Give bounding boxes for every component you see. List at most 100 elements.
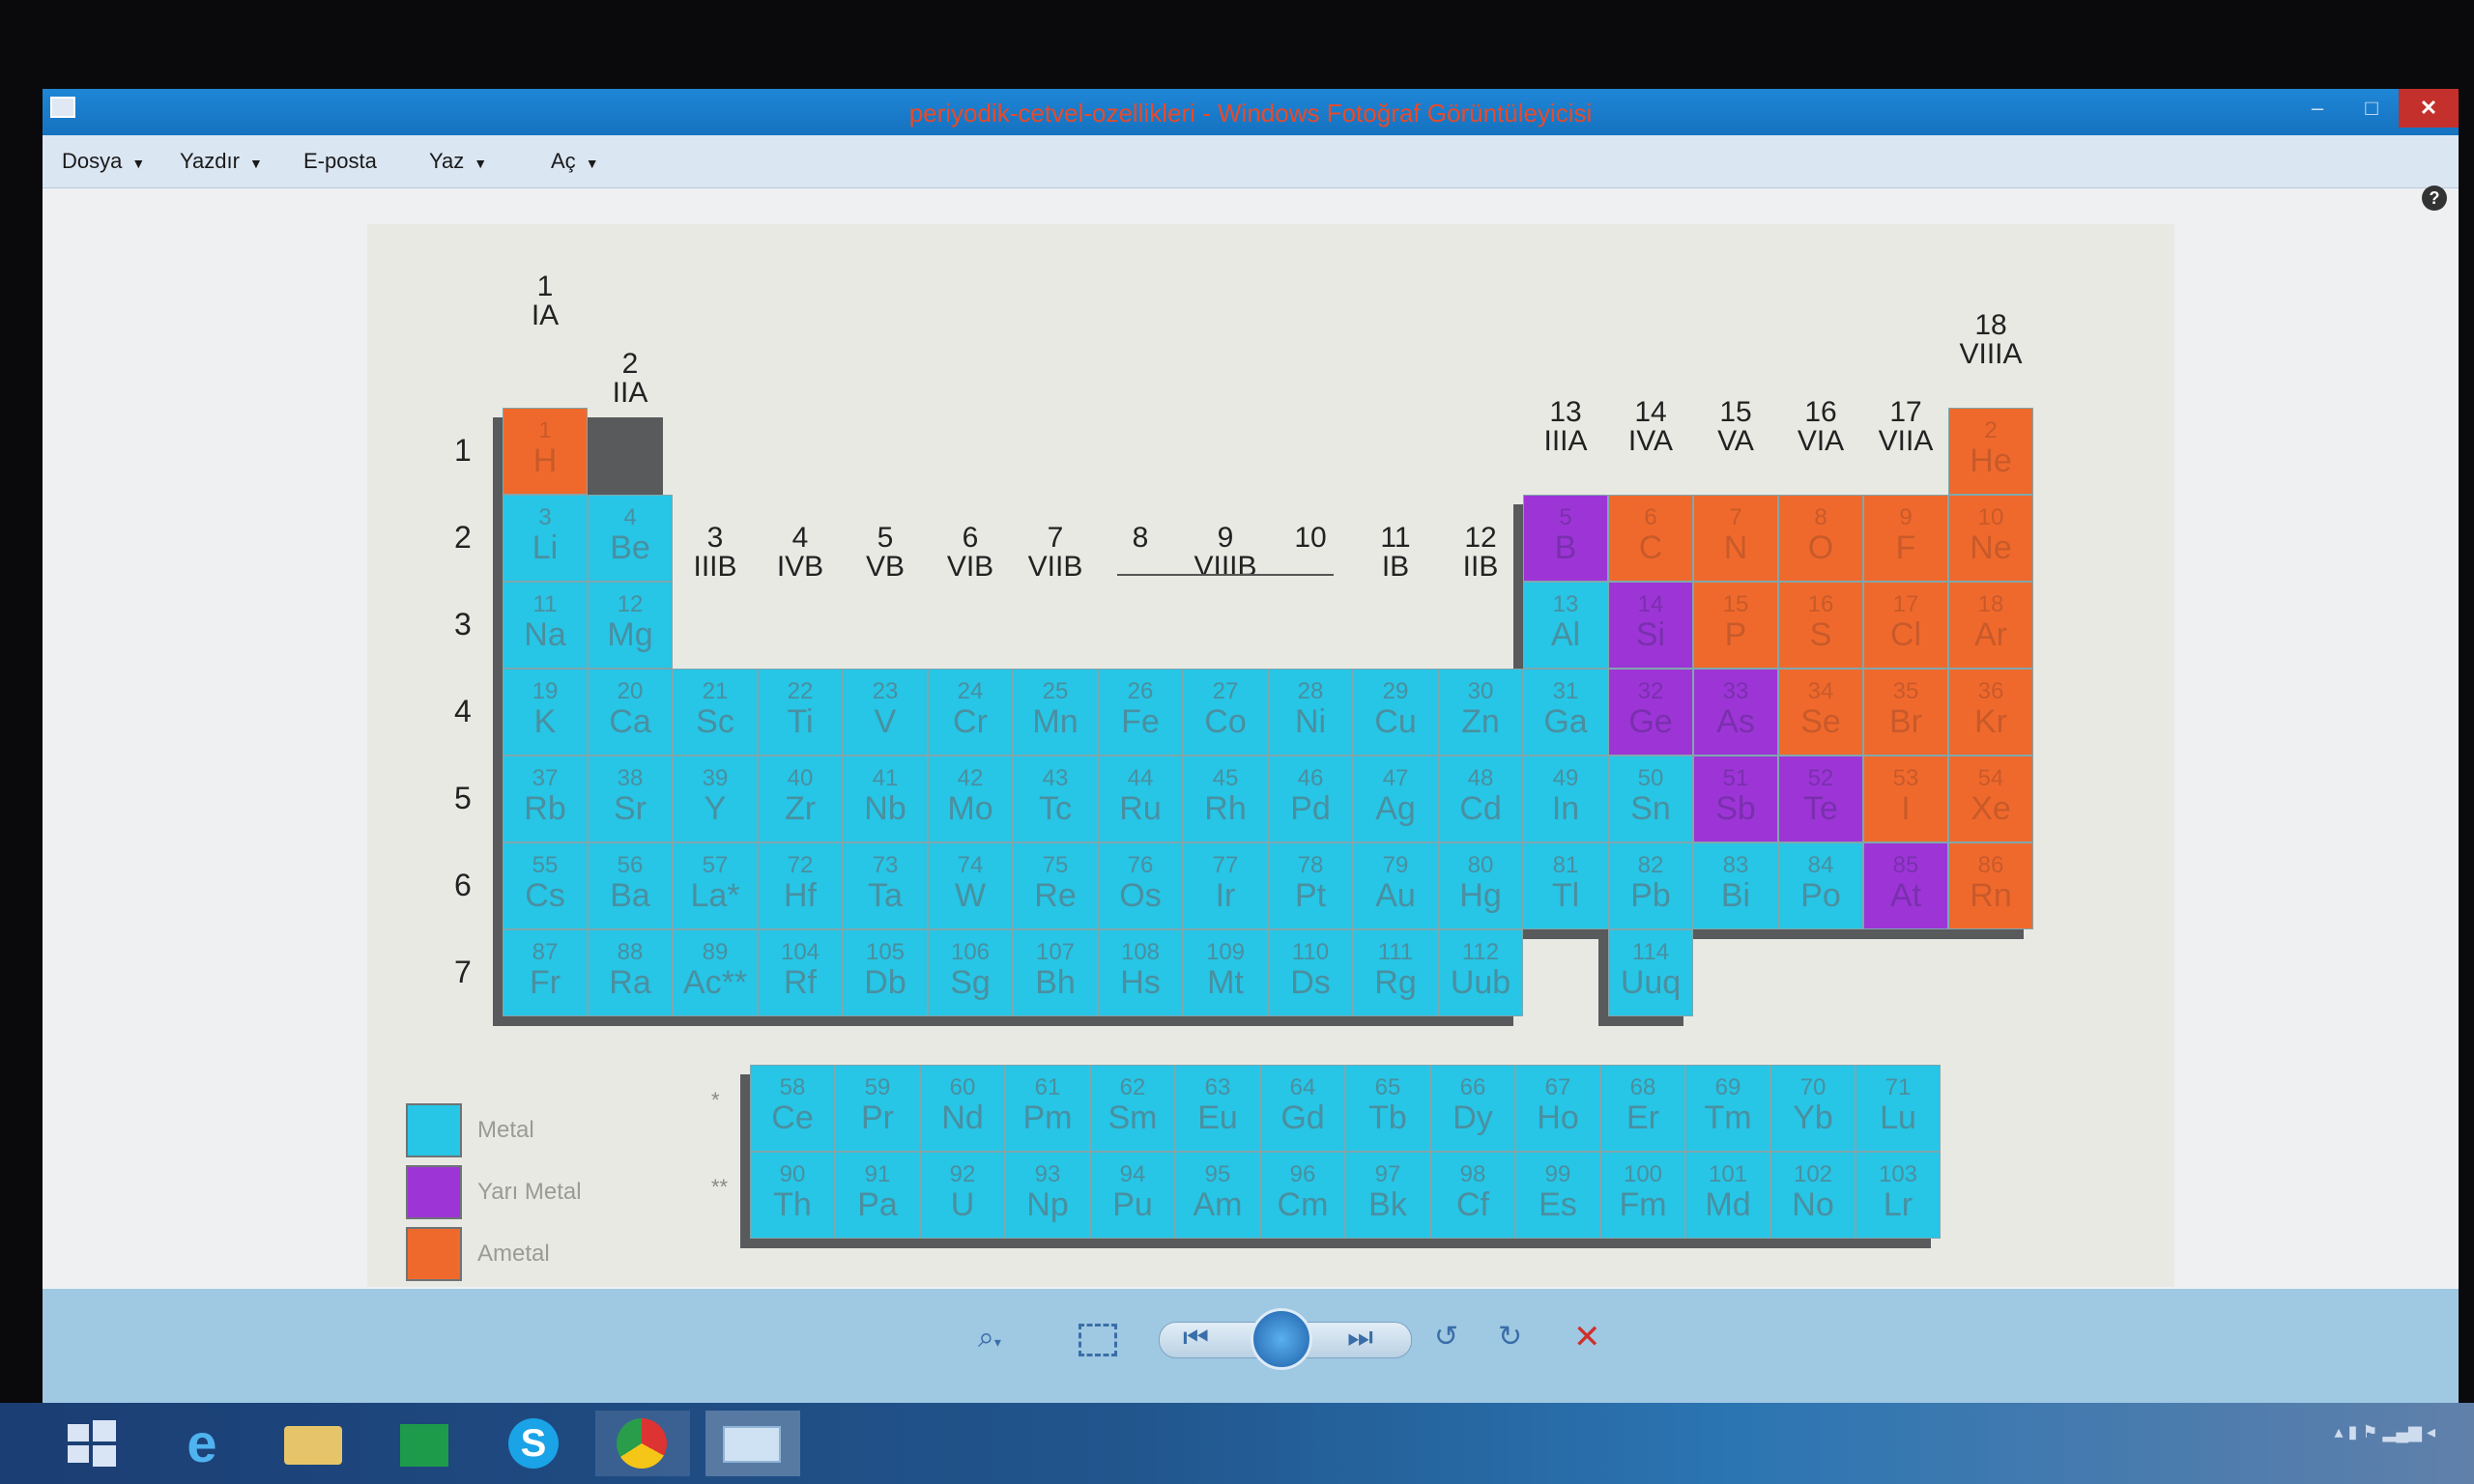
minimize-button[interactable]: – [2290, 89, 2345, 128]
element-cell: 89 Ac** [673, 929, 758, 1016]
element-symbol: Cd [1459, 790, 1502, 827]
group-number: 13 [1549, 396, 1582, 428]
internet-explorer-icon[interactable]: e [155, 1411, 249, 1476]
start-icon[interactable] [48, 1411, 143, 1476]
element-symbol: Np [1026, 1186, 1069, 1223]
element-number: 89 [702, 939, 729, 965]
element-symbol: Pb [1630, 877, 1671, 914]
element-symbol: Zn [1461, 703, 1500, 740]
help-icon[interactable]: ? [2422, 186, 2447, 211]
element-number: 39 [702, 765, 729, 791]
zoom-icon[interactable]: ⌕▾ [978, 1322, 1001, 1355]
menu-eposta[interactable]: E-posta [303, 149, 377, 174]
element-number: 64 [1289, 1074, 1316, 1100]
element-number: 30 [1467, 678, 1494, 704]
title-bar[interactable]: periyodik-cetvel-ozellikleri - Windows F… [43, 89, 2459, 135]
period-label-7: 7 [454, 955, 472, 989]
element-cell: 56 Ba [588, 842, 673, 929]
element-cell: 84 Po [1778, 842, 1863, 929]
element-number: 58 [779, 1074, 806, 1100]
element-cell: 11 Na [503, 582, 588, 669]
element-symbol: Br [1889, 703, 1922, 740]
element-number: 50 [1637, 765, 1664, 791]
element-number: 35 [1892, 678, 1919, 704]
skype-icon[interactable]: S [487, 1411, 582, 1476]
element-symbol: Mt [1207, 964, 1244, 1001]
element-number: 109 [1205, 939, 1246, 965]
element-cell: 71 Lu [1856, 1065, 1941, 1152]
element-cell: 88 Ra [588, 929, 673, 1016]
element-number: 1 [538, 417, 552, 443]
element-symbol: Ho [1537, 1099, 1579, 1136]
element-cell: 81 Tl [1523, 842, 1608, 929]
element-symbol: Sm [1108, 1099, 1158, 1136]
maximize-button[interactable]: □ [2345, 89, 2399, 128]
group-number: 6 [962, 522, 979, 554]
chrome-icon[interactable] [595, 1411, 690, 1476]
menu-bar: Dosya ▼ Yazdır ▼ E-posta Yaz ▼ Aç ▼ [43, 135, 2459, 188]
element-number: 80 [1467, 852, 1494, 878]
fit-window-icon[interactable] [1079, 1324, 1117, 1356]
element-symbol: Ga [1543, 703, 1588, 740]
delete-icon[interactable]: ✕ [1573, 1318, 1601, 1356]
element-number: 60 [949, 1074, 976, 1100]
element-cell: 41 Nb [843, 756, 928, 842]
element-cell: 52 Te [1778, 756, 1863, 842]
element-number: 71 [1884, 1074, 1912, 1100]
element-symbol: W [954, 877, 987, 914]
rotate-right-icon[interactable]: ↻ [1498, 1320, 1522, 1354]
element-number: 44 [1127, 765, 1154, 791]
previous-icon[interactable]: ⏮ [1183, 1322, 1209, 1355]
element-symbol: Rh [1204, 790, 1247, 827]
element-number: 86 [1977, 852, 2004, 878]
element-symbol: Ne [1970, 529, 2012, 566]
element-number: 90 [779, 1161, 806, 1187]
menu-yazdir[interactable]: Yazdır ▼ [180, 149, 263, 174]
rotate-left-icon[interactable]: ↺ [1434, 1320, 1458, 1354]
element-cell: 87 Fr [503, 929, 588, 1016]
store-icon[interactable] [377, 1411, 472, 1476]
file-explorer-icon[interactable] [267, 1411, 361, 1476]
element-symbol: Au [1375, 877, 1416, 914]
element-symbol: Xe [1971, 790, 2011, 827]
element-symbol: H [532, 442, 558, 479]
close-window-button[interactable]: ✕ [2399, 89, 2459, 128]
element-cell: 54 Xe [1948, 756, 2033, 842]
element-symbol: Yb [1793, 1099, 1833, 1136]
element-number: 106 [950, 939, 991, 965]
element-symbol: P [1724, 616, 1747, 653]
element-cell: 66 Dy [1430, 1065, 1515, 1152]
element-symbol: Ti [787, 703, 814, 740]
element-cell: 13 Al [1523, 582, 1608, 669]
group-header-16: 16 VIA [1778, 398, 1863, 456]
fblock-marker: * [711, 1088, 720, 1112]
element-number: 6 [1644, 504, 1657, 530]
group-header-1: 1 IA [503, 272, 588, 330]
element-symbol: Sb [1715, 790, 1756, 827]
group-number: 11 [1380, 522, 1411, 554]
group-header-13: 13 IIIA [1523, 398, 1608, 456]
group-subtitle: IVB [776, 551, 824, 583]
menu-ac[interactable]: Aç ▼ [551, 149, 599, 174]
menu-dosya[interactable]: Dosya ▼ [62, 149, 145, 174]
element-cell: 17 Cl [1863, 582, 1948, 669]
element-number: 94 [1119, 1161, 1146, 1187]
element-number: 114 [1631, 939, 1670, 965]
next-icon[interactable]: ⏭ [1347, 1322, 1373, 1355]
element-number: 62 [1119, 1074, 1146, 1100]
system-tray[interactable]: ▴ ▮ ⚑ ▂▄▆ ◂ [2334, 1422, 2435, 1442]
element-number: 99 [1544, 1161, 1571, 1187]
element-cell: 21 Sc [673, 669, 758, 756]
element-symbol: At [1889, 877, 1922, 914]
element-cell: 98 Cf [1430, 1152, 1515, 1239]
slideshow-button[interactable] [1251, 1308, 1312, 1370]
element-symbol: Re [1034, 877, 1077, 914]
element-cell: 31 Ga [1523, 669, 1608, 756]
menu-yaz[interactable]: Yaz ▼ [429, 149, 487, 174]
element-cell: 18 Ar [1948, 582, 2033, 669]
element-cell: 23 V [843, 669, 928, 756]
group-subtitle: VIB [946, 551, 994, 583]
element-symbol: Sc [696, 703, 734, 740]
element-symbol: Tm [1704, 1099, 1752, 1136]
photo-viewer-task-icon[interactable] [705, 1411, 800, 1476]
